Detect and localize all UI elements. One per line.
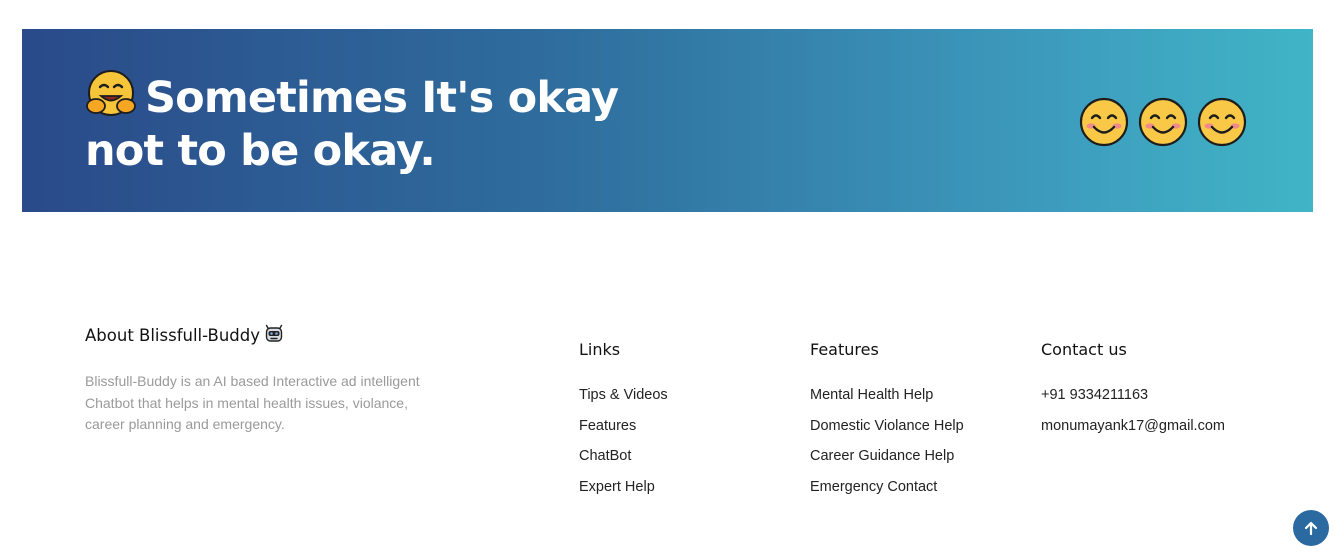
arrow-up-icon bbox=[1304, 521, 1318, 536]
list-item: Expert Help bbox=[579, 477, 668, 508]
smiling-face-icon bbox=[1079, 97, 1129, 147]
about-description: Blissfull-Buddy is an AI based Interacti… bbox=[85, 373, 420, 432]
list-item: Features bbox=[579, 416, 668, 447]
links-heading: Links bbox=[579, 340, 621, 359]
list-item: Domestic Violance Help bbox=[810, 416, 964, 447]
about-section: About Blissfull-Buddy Blissfull-Buddy is… bbox=[85, 324, 445, 450]
contact-phone[interactable]: +91 9334211163 bbox=[1041, 387, 1148, 403]
list-item: ChatBot bbox=[579, 446, 668, 477]
smiling-face-icon bbox=[1197, 97, 1247, 147]
scroll-to-top-button[interactable] bbox=[1293, 510, 1329, 546]
hugging-face-icon bbox=[86, 70, 136, 116]
about-heading-text: About Blissfull-Buddy bbox=[85, 326, 260, 345]
banner-title-line2: not to be okay. bbox=[85, 126, 436, 176]
link-domestic-violance-help[interactable]: Domestic Violance Help bbox=[810, 418, 964, 434]
features-list: Mental Health Help Domestic Violance Hel… bbox=[810, 385, 964, 508]
contact-heading: Contact us bbox=[1041, 340, 1127, 359]
list-item: monumayank17@gmail.com bbox=[1041, 416, 1225, 447]
quote-banner: Sometimes It's okay not to be okay. bbox=[22, 29, 1313, 212]
link-career-guidance-help[interactable]: Career Guidance Help bbox=[810, 448, 954, 464]
contact-section: Contact us +91 9334211163 monumayank17@g… bbox=[1041, 340, 1225, 446]
banner-title: Sometimes It's okay not to be okay. bbox=[85, 69, 685, 178]
features-heading: Features bbox=[810, 340, 879, 359]
link-emergency-contact[interactable]: Emergency Contact bbox=[810, 479, 937, 495]
banner-title-line1: Sometimes It's okay bbox=[145, 73, 619, 123]
link-mental-health-help[interactable]: Mental Health Help bbox=[810, 387, 933, 403]
list-item: Mental Health Help bbox=[810, 385, 964, 416]
link-chatbot[interactable]: ChatBot bbox=[579, 448, 631, 464]
features-section: Features Mental Health Help Domestic Vio… bbox=[810, 340, 964, 508]
robot-face-icon bbox=[265, 324, 283, 342]
links-section: Links Tips & Videos Features ChatBot Exp… bbox=[579, 340, 668, 508]
contact-email[interactable]: monumayank17@gmail.com bbox=[1041, 418, 1225, 434]
list-item: Emergency Contact bbox=[810, 477, 964, 508]
contact-list: +91 9334211163 monumayank17@gmail.com bbox=[1041, 385, 1225, 446]
smiling-face-icon bbox=[1138, 97, 1188, 147]
about-heading: About Blissfull-Buddy bbox=[85, 324, 445, 345]
link-features[interactable]: Features bbox=[579, 418, 636, 434]
list-item: +91 9334211163 bbox=[1041, 385, 1225, 416]
list-item: Tips & Videos bbox=[579, 385, 668, 416]
link-tips-videos[interactable]: Tips & Videos bbox=[579, 387, 668, 403]
list-item: Career Guidance Help bbox=[810, 446, 964, 477]
smiley-group bbox=[1079, 97, 1247, 147]
links-list: Tips & Videos Features ChatBot Expert He… bbox=[579, 385, 668, 508]
link-expert-help[interactable]: Expert Help bbox=[579, 479, 655, 495]
